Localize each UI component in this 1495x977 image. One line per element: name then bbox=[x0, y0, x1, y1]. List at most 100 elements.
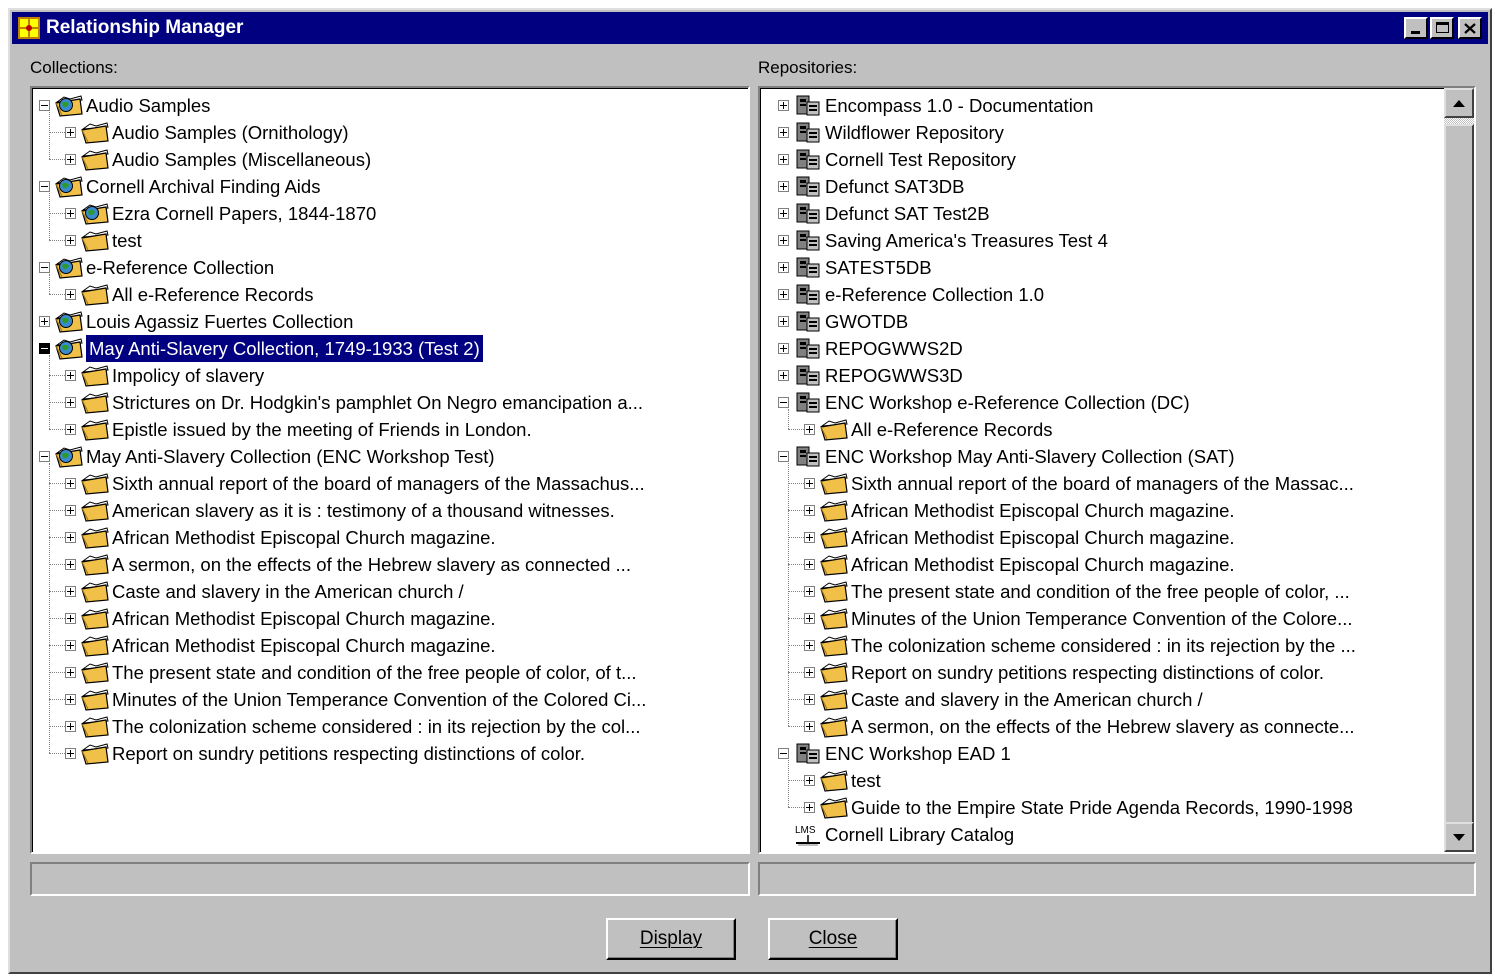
expand-icon[interactable] bbox=[65, 748, 76, 759]
collapse-icon[interactable] bbox=[39, 262, 50, 273]
collections-tree-item[interactable]: The present state and condition of the f… bbox=[65, 659, 637, 686]
collapse-icon[interactable] bbox=[39, 100, 50, 111]
expand-icon[interactable] bbox=[804, 532, 815, 543]
expand-icon[interactable] bbox=[65, 478, 76, 489]
collections-tree-item[interactable]: Impolicy of slavery bbox=[65, 362, 264, 389]
expand-icon[interactable] bbox=[39, 316, 50, 327]
collapse-icon[interactable] bbox=[39, 451, 50, 462]
collections-tree-item[interactable]: Caste and slavery in the American church… bbox=[65, 578, 464, 605]
collections-tree-item[interactable]: Ezra Cornell Papers, 1844-1870 bbox=[65, 200, 376, 227]
expand-icon[interactable] bbox=[804, 586, 815, 597]
repositories-tree-item[interactable]: ENC Workshop May Anti-Slavery Collection… bbox=[778, 443, 1235, 470]
collections-tree-item[interactable]: American slavery as it is : testimony of… bbox=[65, 497, 615, 524]
expand-icon[interactable] bbox=[804, 721, 815, 732]
repositories-tree-item[interactable]: The colonization scheme considered : in … bbox=[804, 632, 1356, 659]
repositories-tree-item[interactable]: Cornell Test Repository bbox=[778, 146, 1016, 173]
expand-icon[interactable] bbox=[65, 397, 76, 408]
expand-icon[interactable] bbox=[65, 694, 76, 705]
repositories-tree-item[interactable]: ENC Workshop e-Reference Collection (DC) bbox=[778, 389, 1190, 416]
expand-icon[interactable] bbox=[65, 586, 76, 597]
collections-tree-item[interactable]: All e-Reference Records bbox=[65, 281, 314, 308]
maximize-button[interactable] bbox=[1430, 17, 1454, 39]
collections-tree-item[interactable]: Audio Samples (Ornithology) bbox=[65, 119, 349, 146]
repositories-tree[interactable]: Encompass 1.0 - Documentation Wildflower … bbox=[758, 86, 1476, 854]
collections-tree-item[interactable]: e-Reference Collection bbox=[39, 254, 274, 281]
expand-icon[interactable] bbox=[65, 127, 76, 138]
repositories-tree-item[interactable]: SATEST5DB bbox=[778, 254, 932, 281]
collections-tree-item[interactable]: African Methodist Episcopal Church magaz… bbox=[65, 605, 496, 632]
scroll-down-button[interactable] bbox=[1444, 822, 1474, 852]
repositories-tree-item[interactable]: Defunct SAT3DB bbox=[778, 173, 965, 200]
collections-tree-item[interactable]: test bbox=[65, 227, 142, 254]
expand-icon[interactable] bbox=[778, 100, 789, 111]
close-button[interactable]: Close bbox=[768, 918, 898, 960]
repositories-tree-item[interactable]: GWOTDB bbox=[778, 308, 908, 335]
expand-icon[interactable] bbox=[778, 343, 789, 354]
expand-icon[interactable] bbox=[778, 208, 789, 219]
collections-tree-item[interactable]: A sermon, on the effects of the Hebrew s… bbox=[65, 551, 631, 578]
expand-icon[interactable] bbox=[804, 802, 815, 813]
expand-icon[interactable] bbox=[65, 559, 76, 570]
collapse-icon[interactable] bbox=[778, 397, 789, 408]
repositories-tree-item[interactable]: Minutes of the Union Temperance Conventi… bbox=[804, 605, 1353, 632]
repositories-tree-item[interactable]: test bbox=[804, 767, 881, 794]
repositories-tree-item[interactable]: Caste and slavery in the American church… bbox=[804, 686, 1203, 713]
collections-tree-item[interactable]: Epistle issued by the meeting of Friends… bbox=[65, 416, 532, 443]
collections-tree-item[interactable]: May Anti-Slavery Collection, 1749-1933 (… bbox=[39, 335, 483, 362]
expand-icon[interactable] bbox=[778, 262, 789, 273]
expand-icon[interactable] bbox=[804, 559, 815, 570]
repositories-tree-item[interactable]: The present state and condition of the f… bbox=[804, 578, 1350, 605]
repositories-tree-item[interactable]: ENC Workshop EAD 1 bbox=[778, 740, 1011, 767]
expand-icon[interactable] bbox=[65, 532, 76, 543]
expand-icon[interactable] bbox=[65, 640, 76, 651]
expand-icon[interactable] bbox=[778, 235, 789, 246]
expand-icon[interactable] bbox=[804, 640, 815, 651]
repositories-scrollbar[interactable] bbox=[1444, 88, 1474, 852]
expand-icon[interactable] bbox=[65, 235, 76, 246]
expand-icon[interactable] bbox=[65, 667, 76, 678]
expand-icon[interactable] bbox=[778, 181, 789, 192]
collections-tree-item[interactable]: African Methodist Episcopal Church magaz… bbox=[65, 632, 496, 659]
collapse-icon[interactable] bbox=[778, 451, 789, 462]
expand-icon[interactable] bbox=[778, 370, 789, 381]
expand-icon[interactable] bbox=[65, 424, 76, 435]
repositories-tree-item[interactable]: e-Reference Collection 1.0 bbox=[778, 281, 1044, 308]
repositories-tree-item[interactable]: African Methodist Episcopal Church magaz… bbox=[804, 524, 1235, 551]
collapse-icon[interactable] bbox=[778, 748, 789, 759]
repositories-tree-item[interactable]: REPOGWWS2D bbox=[778, 335, 963, 362]
expand-icon[interactable] bbox=[65, 289, 76, 300]
collapse-icon[interactable] bbox=[39, 343, 50, 354]
collections-tree-item[interactable]: Audio Samples (Miscellaneous) bbox=[65, 146, 371, 173]
collapse-icon[interactable] bbox=[39, 181, 50, 192]
repositories-tree-item[interactable]: Wildflower Repository bbox=[778, 119, 1004, 146]
repositories-tree-item[interactable]: Sixth annual report of the board of mana… bbox=[804, 470, 1354, 497]
collections-tree-item[interactable]: The colonization scheme considered : in … bbox=[65, 713, 641, 740]
collections-tree-item[interactable]: Strictures on Dr. Hodgkin's pamphlet On … bbox=[65, 389, 643, 416]
title-bar[interactable]: Relationship Manager bbox=[12, 12, 1488, 44]
repositories-tree-item[interactable]: All e-Reference Records bbox=[804, 416, 1053, 443]
collections-tree-item[interactable]: Sixth annual report of the board of mana… bbox=[65, 470, 645, 497]
expand-icon[interactable] bbox=[65, 208, 76, 219]
expand-icon[interactable] bbox=[778, 127, 789, 138]
expand-icon[interactable] bbox=[65, 721, 76, 732]
expand-icon[interactable] bbox=[804, 667, 815, 678]
collections-tree-item[interactable]: Cornell Archival Finding Aids bbox=[39, 173, 320, 200]
collections-tree-item[interactable]: Audio Samples bbox=[39, 92, 210, 119]
collections-tree-item[interactable]: Minutes of the Union Temperance Conventi… bbox=[65, 686, 646, 713]
expand-icon[interactable] bbox=[65, 613, 76, 624]
collections-tree[interactable]: Audio Samples Audio Samples (Ornithology)… bbox=[30, 86, 750, 854]
expand-icon[interactable] bbox=[65, 505, 76, 516]
minimize-button[interactable] bbox=[1404, 17, 1428, 39]
close-window-button[interactable] bbox=[1458, 17, 1482, 39]
repositories-tree-item[interactable]: Encompass 1.0 - Documentation bbox=[778, 92, 1093, 119]
expand-icon[interactable] bbox=[804, 505, 815, 516]
expand-icon[interactable] bbox=[804, 694, 815, 705]
scroll-thumb[interactable] bbox=[1444, 124, 1474, 852]
expand-icon[interactable] bbox=[778, 154, 789, 165]
repositories-tree-item[interactable]: Guide to the Empire State Pride Agenda R… bbox=[804, 794, 1353, 821]
expand-icon[interactable] bbox=[804, 424, 815, 435]
expand-icon[interactable] bbox=[804, 613, 815, 624]
repositories-tree-item[interactable]: Defunct SAT Test2B bbox=[778, 200, 990, 227]
collections-tree-item[interactable]: Louis Agassiz Fuertes Collection bbox=[39, 308, 353, 335]
expand-icon[interactable] bbox=[804, 478, 815, 489]
